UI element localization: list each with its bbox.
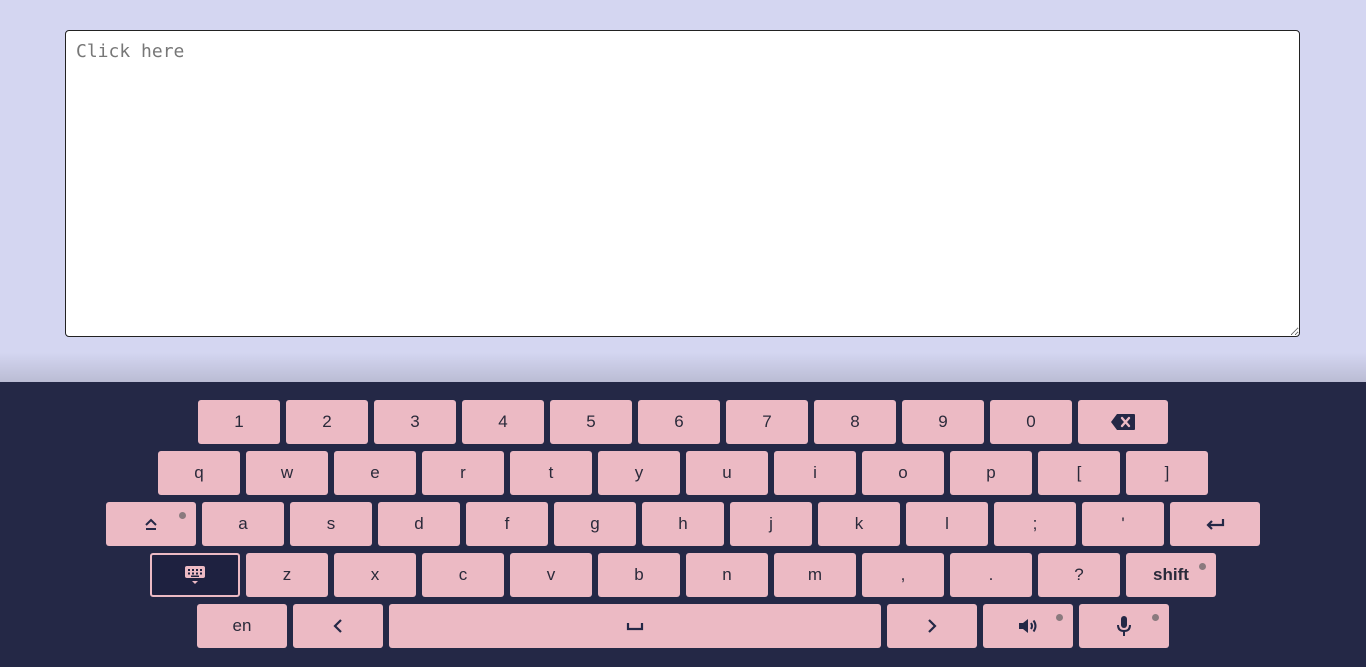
shift-key[interactable]: shift [1126,553,1216,597]
enter-icon [1204,516,1226,532]
key-l[interactable]: l [906,502,988,546]
key-v[interactable]: v [510,553,592,597]
key-close-bracket[interactable]: ] [1126,451,1208,495]
key-c[interactable]: c [422,553,504,597]
speaker-icon [1017,617,1039,635]
backspace-icon [1110,413,1136,431]
key-k[interactable]: k [818,502,900,546]
hide-keyboard-icon [184,564,206,586]
keyboard-shadow [0,352,1366,382]
key-q[interactable]: q [158,451,240,495]
key-h[interactable]: h [642,502,724,546]
key-3[interactable]: 3 [374,400,456,444]
key-s[interactable]: s [290,502,372,546]
caps-lock-key[interactable] [106,502,196,546]
key-7[interactable]: 7 [726,400,808,444]
key-f[interactable]: f [466,502,548,546]
arrow-right-icon [926,618,938,634]
key-1[interactable]: 1 [198,400,280,444]
key-o[interactable]: o [862,451,944,495]
key-open-bracket[interactable]: [ [1038,451,1120,495]
keyboard-row-function: en [0,604,1366,648]
key-semicolon[interactable]: ; [994,502,1076,546]
key-n[interactable]: n [686,553,768,597]
key-u[interactable]: u [686,451,768,495]
keyboard-row-numbers: 1 2 3 4 5 6 7 8 9 0 [0,400,1366,444]
enter-key[interactable] [1170,502,1260,546]
key-5[interactable]: 5 [550,400,632,444]
space-key[interactable] [389,604,881,648]
key-8[interactable]: 8 [814,400,896,444]
key-period[interactable]: . [950,553,1032,597]
language-key[interactable]: en [197,604,287,648]
microphone-icon [1116,615,1132,637]
key-m[interactable]: m [774,553,856,597]
key-w[interactable]: w [246,451,328,495]
keyboard-row-bottom-letters: z x c v b n m , . ? shift [0,553,1366,597]
arrow-right-key[interactable] [887,604,977,648]
key-j[interactable]: j [730,502,812,546]
space-icon [626,621,644,631]
arrow-left-icon [332,618,344,634]
key-p[interactable]: p [950,451,1032,495]
keyboard-row-top-letters: q w e r t y u i o p [ ] [0,451,1366,495]
virtual-keyboard: 1 2 3 4 5 6 7 8 9 0 q w e r t y u i o p … [0,382,1366,667]
key-apostrophe[interactable]: ' [1082,502,1164,546]
caps-lock-icon [143,516,159,532]
key-6[interactable]: 6 [638,400,720,444]
key-question[interactable]: ? [1038,553,1120,597]
microphone-key[interactable] [1079,604,1169,648]
key-i[interactable]: i [774,451,856,495]
key-z[interactable]: z [246,553,328,597]
key-0[interactable]: 0 [990,400,1072,444]
key-y[interactable]: y [598,451,680,495]
key-2[interactable]: 2 [286,400,368,444]
text-input-area[interactable] [65,30,1300,337]
keyboard-row-home: a s d f g h j k l ; ' [0,502,1366,546]
key-b[interactable]: b [598,553,680,597]
key-r[interactable]: r [422,451,504,495]
sound-key[interactable] [983,604,1073,648]
key-t[interactable]: t [510,451,592,495]
key-e[interactable]: e [334,451,416,495]
key-g[interactable]: g [554,502,636,546]
backspace-key[interactable] [1078,400,1168,444]
key-a[interactable]: a [202,502,284,546]
key-4[interactable]: 4 [462,400,544,444]
key-d[interactable]: d [378,502,460,546]
hide-keyboard-key[interactable] [150,553,240,597]
arrow-left-key[interactable] [293,604,383,648]
key-x[interactable]: x [334,553,416,597]
key-comma[interactable]: , [862,553,944,597]
key-9[interactable]: 9 [902,400,984,444]
